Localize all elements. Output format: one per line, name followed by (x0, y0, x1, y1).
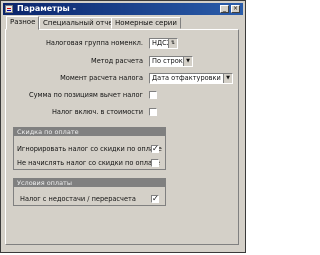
shortage-tax-checkbox[interactable]: ✓ (151, 195, 159, 203)
no-charge-discount-tax-checkbox[interactable] (151, 159, 159, 167)
tax-in-cost-checkbox[interactable] (149, 108, 157, 116)
tax-group-field[interactable]: НДС20 ⇅ (149, 38, 178, 49)
shortage-tax-label: Налог с недостачи / перерасчета (20, 195, 136, 203)
window-title: Параметры - (17, 4, 76, 13)
ignore-discount-tax-label: Игнорировать налог со скидки по оплате (17, 145, 162, 153)
payment-terms-group-title: Условия оплаты (14, 179, 165, 187)
chevron-down-icon[interactable]: ▼ (223, 74, 232, 83)
calc-method-label: Метод расчета (91, 57, 143, 65)
tax-group-label: Налоговая группа номенкл. (45, 39, 143, 47)
close-icon[interactable]: × (231, 5, 240, 13)
payment-terms-group: Условия оплаты Налог с недостачи / перер… (13, 178, 166, 206)
calc-moment-value: Дата отфактуровки (152, 74, 221, 82)
calc-method-value: По строке (152, 57, 187, 65)
no-charge-discount-tax-label: Не начислять налог со скидки по оплате (17, 159, 160, 167)
parameters-window: Параметры - _ × Разное Специальный отчет… (0, 0, 246, 253)
app-icon (5, 5, 13, 13)
tab-panel: Налоговая группа номенкл. НДС20 ⇅ Метод … (5, 29, 239, 245)
minimize-icon[interactable]: _ (220, 5, 229, 13)
tab-special-report[interactable]: Специальный отчет (39, 17, 121, 29)
tab-misc[interactable]: Разное (6, 16, 40, 30)
calc-method-select[interactable]: По строке ▼ (149, 56, 193, 67)
chevron-down-icon[interactable]: ▼ (183, 57, 192, 66)
title-bar[interactable]: Параметры - _ × (3, 3, 243, 15)
calc-moment-label: Момент расчета налога (60, 74, 143, 82)
payment-discount-group: Скидка по оплате Игнорировать налог со с… (13, 127, 166, 170)
lookup-icon[interactable]: ⇅ (168, 39, 177, 48)
tax-in-cost-label: Налог включ. в стоимости (51, 108, 143, 116)
ignore-discount-tax-checkbox[interactable]: ✓ (151, 145, 159, 153)
tab-number-series[interactable]: Номерные серии (111, 17, 181, 29)
sum-by-positions-checkbox[interactable] (149, 91, 157, 99)
payment-discount-group-title: Скидка по оплате (14, 128, 165, 136)
sum-by-positions-label: Сумма по позициям вычет налог (28, 91, 143, 99)
calc-moment-select[interactable]: Дата отфактуровки ▼ (149, 73, 233, 84)
